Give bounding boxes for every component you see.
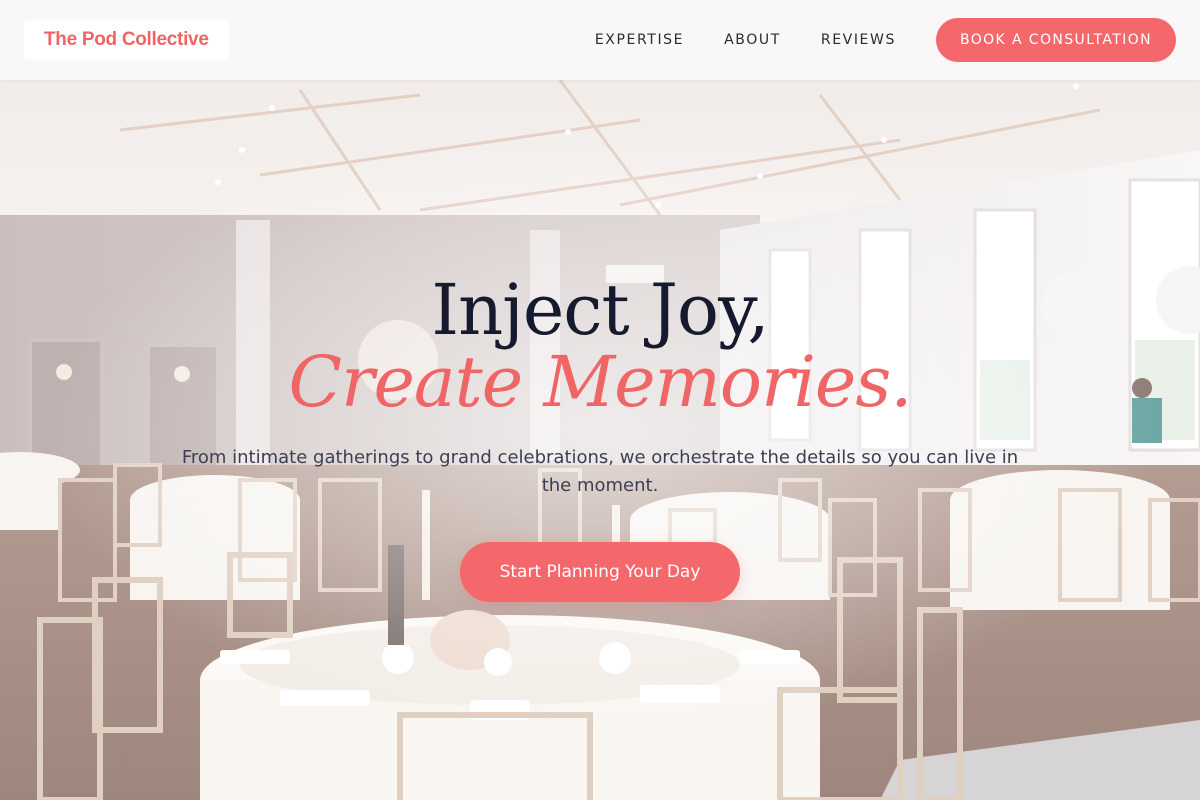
hero-headline-line2: Create Memories. (288, 341, 912, 423)
book-consultation-button[interactable]: BOOK A CONSULTATION (935, 18, 1176, 62)
hero-subheadline: From intimate gatherings to grand celebr… (181, 447, 1019, 496)
nav-link-about[interactable]: ABOUT (724, 32, 781, 48)
landing-page: The Pod Collective EXPERTISE ABOUT REVIE… (0, 0, 1200, 800)
hero-headline-line1: Inject Joy, (431, 269, 769, 351)
site-header: The Pod Collective EXPERTISE ABOUT REVIE… (0, 0, 1200, 80)
start-planning-button[interactable]: Start Planning Your Day (459, 542, 741, 602)
nav-link-reviews[interactable]: REVIEWS (821, 32, 896, 48)
hero-section: Inject Joy, Create Memories. From intima… (0, 270, 1200, 602)
nav-link-expertise[interactable]: EXPERTISE (595, 32, 684, 48)
main-nav: EXPERTISE ABOUT REVIEWS BOOK A CONSULTAT… (595, 18, 1176, 62)
logo[interactable]: The Pod Collective (24, 20, 229, 60)
